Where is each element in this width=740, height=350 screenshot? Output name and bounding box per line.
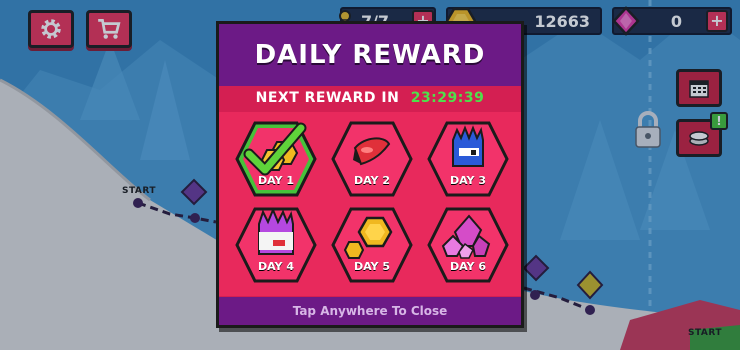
- day-3-reward[interactable]: DAY 3: [427, 120, 509, 198]
- day-4-reward[interactable]: DAY 4: [235, 206, 317, 284]
- close-hint-bar[interactable]: Tap Anywhere To Close: [219, 297, 521, 325]
- next-reward-timer: 23:29:39: [410, 90, 485, 106]
- next-reward-label: NEXT REWARD IN: [255, 90, 400, 106]
- close-hint-text: Tap Anywhere To Close: [292, 304, 448, 318]
- day-5-reward[interactable]: DAY 5: [331, 206, 413, 284]
- modal-title: DAILY REWARD: [254, 40, 486, 70]
- day-5-label: DAY 5: [353, 260, 391, 273]
- daily-reward-modal: DAILY REWARD NEXT REWARD IN 23:29:39 DAY…: [216, 21, 524, 328]
- day-6-reward[interactable]: DAY 6: [427, 206, 509, 284]
- next-reward-row: NEXT REWARD IN 23:29:39: [219, 90, 521, 106]
- day-4-label: DAY 4: [257, 260, 295, 273]
- day-6-label: DAY 6: [449, 260, 487, 273]
- reward-grid: DAY 1 DAY 2 DAY 3 DAY 4 DAY 5 DAY 6: [219, 112, 521, 296]
- day-2-label: DAY 2: [353, 174, 391, 187]
- modal-header: DAILY REWARD: [219, 24, 521, 86]
- day-2-reward[interactable]: DAY 2: [331, 120, 413, 198]
- day-3-label: DAY 3: [449, 174, 487, 187]
- day-1-label: DAY 1: [257, 174, 295, 187]
- day-1-reward[interactable]: DAY 1: [235, 120, 317, 198]
